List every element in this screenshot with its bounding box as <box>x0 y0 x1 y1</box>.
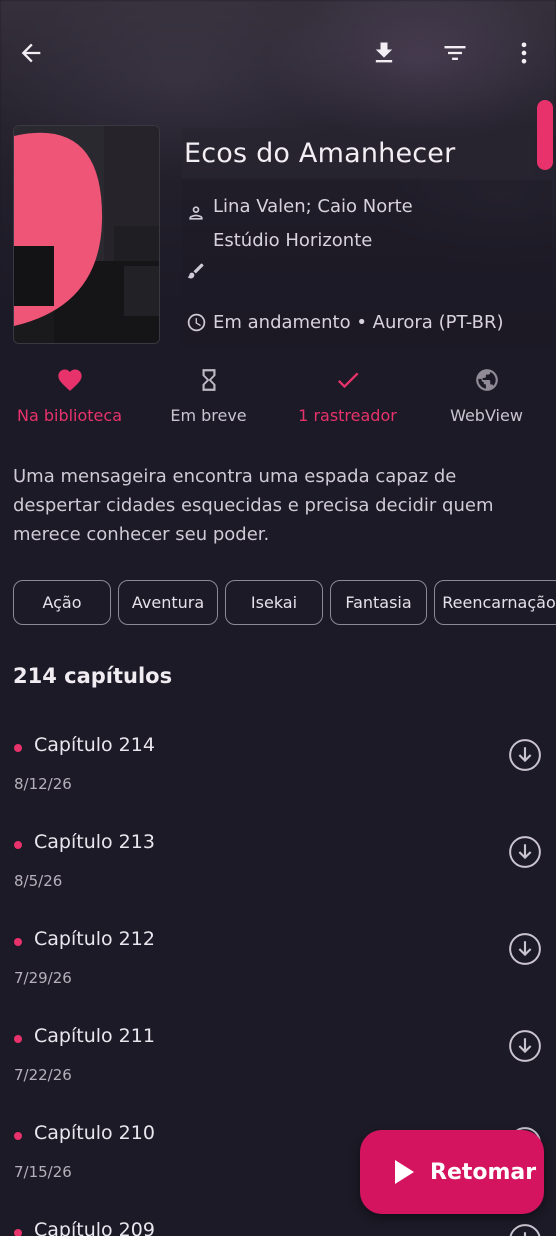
authors-row[interactable]: Lina Valen; Caio Norte <box>186 189 413 223</box>
unread-dot <box>14 841 22 849</box>
chapter-count: 214 capítulos <box>13 664 173 688</box>
chapter-row[interactable]: Capítulo 212 7/29/26 <box>0 910 556 1007</box>
tracker-label: 1 rastreador <box>298 406 397 425</box>
manga-title: Ecos do Amanhecer <box>184 137 456 169</box>
arrow-left-icon <box>21 43 41 63</box>
chapter-row[interactable]: Capítulo 213 8/5/26 <box>0 813 556 910</box>
download-circle-icon[interactable] <box>508 1223 542 1236</box>
tag-chip[interactable]: Reencarnação <box>434 580 556 625</box>
title-container: Ecos do Amanhecer <box>182 128 534 178</box>
webview-button[interactable]: WebView <box>417 362 556 442</box>
authors-text: Lina Valen; Caio Norte <box>213 195 413 217</box>
play-icon <box>395 1160 414 1184</box>
unread-dot <box>14 938 22 946</box>
unread-dot <box>14 1229 22 1236</box>
chapter-date: 7/15/26 <box>14 1163 72 1181</box>
status-text: Em andamento • Aurora (PT-BR) <box>213 312 504 333</box>
download-button[interactable] <box>364 26 404 80</box>
download-circle-icon[interactable] <box>508 1029 542 1063</box>
heart-icon <box>57 369 82 391</box>
hourglass-icon <box>202 369 215 391</box>
release-label: Em breve <box>170 406 247 425</box>
more-options-button[interactable] <box>504 26 544 80</box>
cover-image[interactable] <box>13 125 160 344</box>
chapter-date: 8/12/26 <box>14 775 72 793</box>
tag-chip[interactable]: Ação <box>13 580 111 625</box>
more-vertical-icon <box>521 42 527 64</box>
back-button[interactable] <box>11 26 51 80</box>
artist-text[interactable]: Estúdio Horizonte <box>213 230 372 251</box>
globe-icon <box>475 369 498 391</box>
chapter-row[interactable]: Capítulo 214 8/12/26 <box>0 716 556 813</box>
filter-icon <box>444 46 466 60</box>
chapter-title: Capítulo 211 <box>34 1025 155 1047</box>
library-button[interactable]: Na biblioteca <box>0 362 139 442</box>
unread-dot <box>14 1035 22 1043</box>
brush-icon <box>187 263 204 279</box>
clock-icon <box>187 313 206 332</box>
download-circle-icon[interactable] <box>508 932 542 966</box>
resume-label: Retomar <box>430 1159 537 1185</box>
genre-tags: Ação Aventura Isekai Fantasia Reencarnaç… <box>13 580 556 625</box>
description[interactable]: Uma mensageira encontra uma espada capaz… <box>13 462 543 549</box>
resume-button[interactable]: Retomar <box>360 1130 544 1214</box>
check-icon <box>337 372 358 389</box>
chapter-date: 7/29/26 <box>14 969 72 987</box>
unread-dot <box>14 1132 22 1140</box>
library-label: Na biblioteca <box>16 406 122 425</box>
action-row: Na biblioteca Em breve 1 rastreador WebV… <box>0 362 556 442</box>
tag-chip[interactable]: Aventura <box>118 580 218 625</box>
status-row: Em andamento • Aurora (PT-BR) <box>186 312 504 333</box>
tracker-button[interactable]: 1 rastreador <box>278 362 417 442</box>
tag-chip[interactable]: Isekai <box>225 580 323 625</box>
download-circle-icon[interactable] <box>508 835 542 869</box>
release-button[interactable]: Em breve <box>139 362 278 442</box>
filter-button[interactable] <box>435 26 475 80</box>
download-circle-icon[interactable] <box>508 738 542 772</box>
chapter-row[interactable]: Capítulo 211 7/22/26 <box>0 1007 556 1104</box>
unread-dot <box>14 744 22 752</box>
tag-chip[interactable]: Fantasia <box>330 580 427 625</box>
chapter-title: Capítulo 214 <box>34 734 155 756</box>
chapter-title: Capítulo 210 <box>34 1122 155 1144</box>
top-app-bar <box>0 26 556 80</box>
webview-label: WebView <box>450 406 523 425</box>
chapter-date: 7/22/26 <box>14 1066 72 1084</box>
chapter-title: Capítulo 209 <box>34 1219 155 1236</box>
chapter-title: Capítulo 213 <box>34 831 155 853</box>
scrollbar-thumb[interactable] <box>537 100 553 170</box>
chapter-date: 8/5/26 <box>14 872 63 890</box>
download-icon <box>375 42 393 63</box>
person-icon <box>189 206 203 220</box>
cover-art <box>14 126 159 343</box>
chapter-title: Capítulo 212 <box>34 928 155 950</box>
